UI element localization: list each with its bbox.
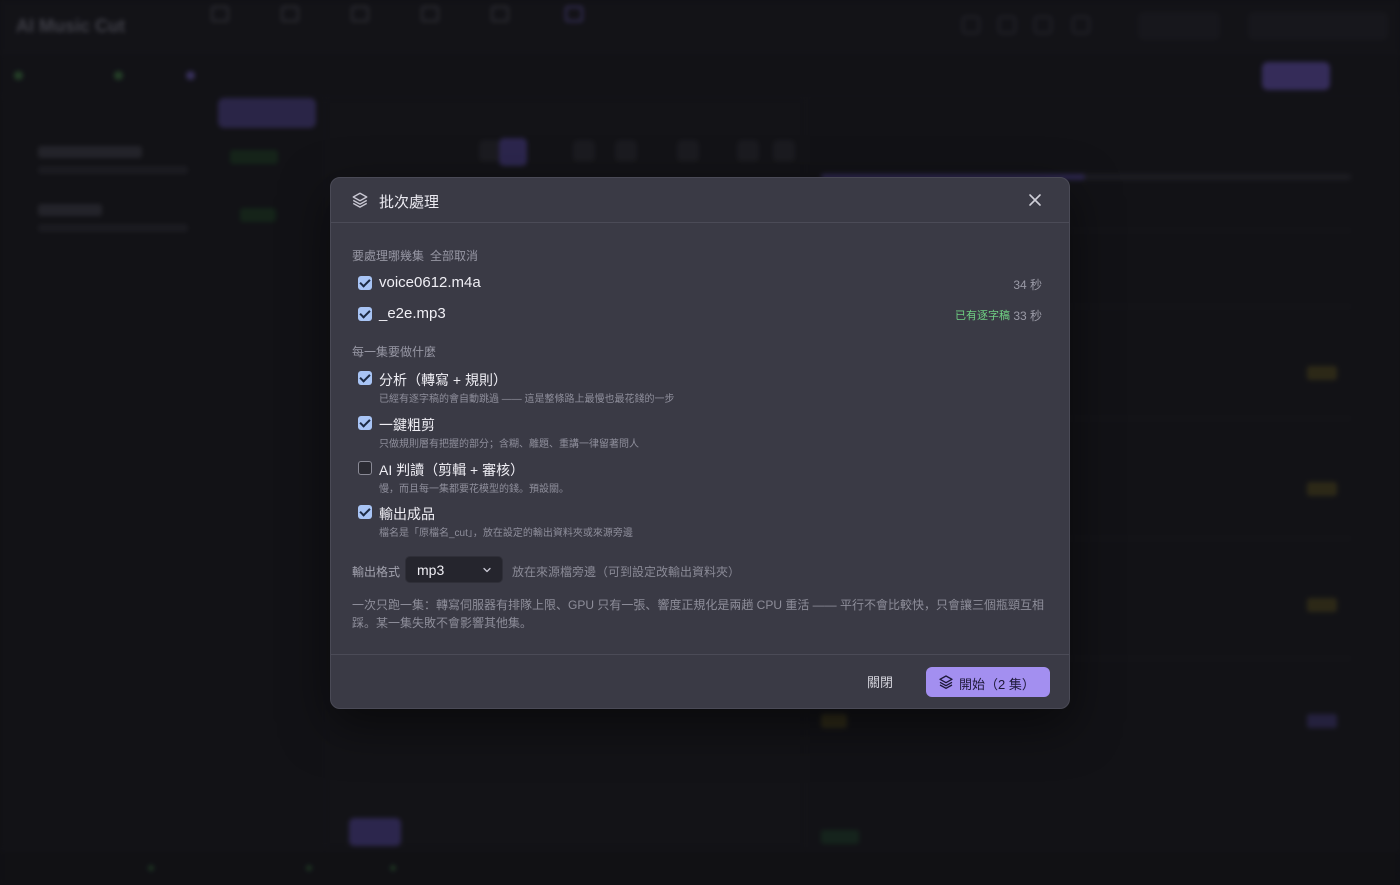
- episodes-section-label: 要處理哪幾集: [352, 249, 425, 263]
- dialog-footer: 關閉 開始（2 集）: [331, 654, 1069, 708]
- episode-name: voice0612.m4a: [379, 274, 481, 291]
- episode-checkbox[interactable]: [358, 307, 372, 321]
- episode-name: _e2e.mp3: [379, 305, 446, 322]
- close-button[interactable]: 關閉: [867, 672, 893, 691]
- option-description: 已經有逐字稿的會自動跳過 —— 這是整條路上最慢也最花錢的一步: [379, 394, 675, 405]
- actions-section-label: 每一集要做什麼: [352, 345, 437, 359]
- batch-process-dialog: 批次處理 要處理哪幾集 全部取消 voice0612.m4a 34 秒 _e2e…: [330, 177, 1070, 709]
- dialog-header: 批次處理: [331, 178, 1069, 223]
- option-title: 一鍵粗剪: [379, 417, 435, 433]
- episode-duration: 34 秒: [1013, 278, 1042, 292]
- option-title: 輸出成品: [379, 506, 435, 522]
- option-description: 檔名是「原檔名_cut」，放在設定的輸出資料夾或來源旁邊: [379, 528, 633, 539]
- option-title: AI 判讀（剪輯 + 審核）: [379, 462, 525, 478]
- layers-icon: [352, 192, 368, 208]
- export-checkbox[interactable]: [358, 505, 372, 519]
- analyze-checkbox[interactable]: [358, 371, 372, 385]
- episode-checkbox[interactable]: [358, 276, 372, 290]
- deselect-all-link[interactable]: 全部取消: [430, 247, 478, 264]
- start-batch-button[interactable]: 開始（2 集）: [926, 667, 1050, 697]
- output-format-value: mp3: [417, 562, 445, 578]
- transcript-exists-badge: 已有逐字稿: [955, 310, 1010, 322]
- layers-icon: [939, 675, 953, 689]
- batch-note: 一次只跑一集：轉寫伺服器有排隊上限、GPU 只有一張、響度正規化是兩趟 CPU …: [352, 598, 1045, 630]
- option-description: 只做規則層有把握的部分；含糊、離題、重講一律留著問人: [379, 439, 639, 450]
- output-format-label: 輸出格式: [352, 565, 401, 579]
- rough-cut-checkbox[interactable]: [358, 416, 372, 430]
- episode-duration: 33 秒: [1013, 309, 1042, 323]
- ai-judge-checkbox[interactable]: [358, 461, 372, 475]
- start-button-label: 開始（2 集）: [959, 677, 1035, 692]
- chevron-down-icon: [483, 567, 491, 573]
- option-description: 慢，而且每一集都要花模型的錢。預設關。: [379, 484, 569, 495]
- dialog-title: 批次處理: [379, 194, 440, 211]
- output-format-hint: 放在來源檔旁邊（可到設定改輸出資料夾）: [512, 565, 741, 579]
- close-icon[interactable]: [1025, 190, 1045, 210]
- option-title: 分析（轉寫 + 規則）: [379, 372, 507, 388]
- output-format-select[interactable]: mp3: [405, 556, 503, 583]
